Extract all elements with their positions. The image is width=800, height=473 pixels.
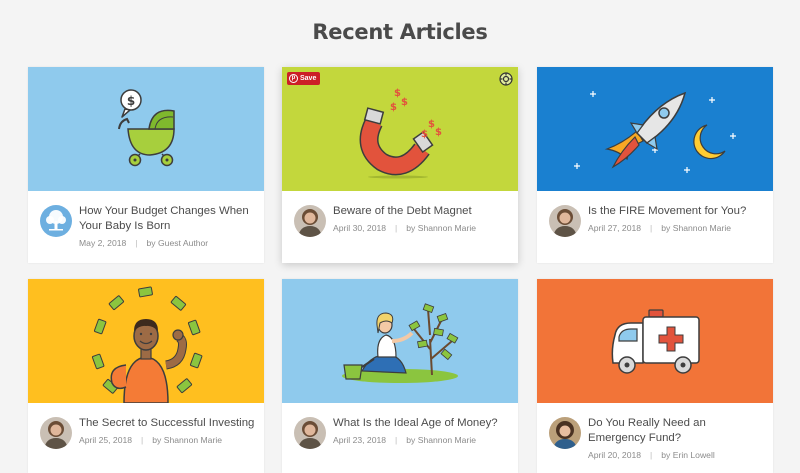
article-date: May 2, 2018: [79, 238, 127, 248]
article-date: April 30, 2018: [333, 223, 387, 233]
article-meta: Do You Really Need an Emergency Fund? Ap…: [537, 403, 773, 473]
article-card[interactable]: Do You Really Need an Emergency Fund? Ap…: [537, 279, 773, 473]
article-meta: Beware of the Debt Magnet April 30, 2018…: [282, 191, 518, 263]
author-avatar: [40, 417, 72, 449]
stroller-icon: $: [118, 89, 175, 167]
article-thumbnail[interactable]: [28, 279, 264, 403]
article-byline: April 25, 2018 | by Shannon Marie: [79, 435, 222, 445]
money-tree-icon: [342, 303, 459, 383]
svg-text:$: $: [401, 97, 408, 108]
svg-text:$: $: [428, 119, 435, 130]
magnet-icon: $ $ $ $ $ $: [359, 88, 442, 179]
article-author[interactable]: by Shannon Marie: [406, 435, 476, 445]
save-label: Save: [300, 75, 317, 82]
article-meta: How Your Budget Changes When Your Baby I…: [28, 191, 264, 263]
article-date: April 20, 2018: [588, 450, 642, 460]
pinterest-icon: p: [289, 74, 298, 83]
article-meta: Is the FIRE Movement for You? April 27, …: [537, 191, 773, 263]
article-date: April 25, 2018: [79, 435, 133, 445]
article-date: April 27, 2018: [588, 223, 642, 233]
visual-search-icon[interactable]: [499, 72, 513, 86]
byline-separator: |: [650, 450, 653, 460]
ambulance-icon: [611, 309, 700, 374]
svg-text:$: $: [421, 129, 428, 140]
byline-separator: |: [395, 435, 398, 445]
strong-man-icon: [91, 286, 203, 403]
pinterest-save-button[interactable]: p Save: [287, 72, 321, 85]
byline-separator: |: [395, 223, 398, 233]
article-card[interactable]: The Secret to Successful Investing April…: [28, 279, 264, 473]
tree-logo-avatar: [40, 205, 72, 237]
article-card[interactable]: $ $ $ $ $ $ p Save Beware of the Debt Ma…: [282, 67, 518, 263]
article-thumbnail[interactable]: [537, 67, 773, 191]
article-author[interactable]: by Shannon Marie: [661, 223, 731, 233]
article-byline: April 20, 2018 | by Erin Lowell: [588, 450, 715, 460]
article-title[interactable]: Beware of the Debt Magnet: [333, 204, 511, 219]
author-avatar: [294, 417, 326, 449]
author-avatar: [549, 417, 581, 449]
svg-text:$: $: [394, 88, 401, 99]
svg-text:$: $: [127, 94, 135, 108]
section-heading: Recent Articles: [312, 20, 488, 44]
article-thumbnail[interactable]: [282, 279, 518, 403]
article-byline: April 30, 2018 | by Shannon Marie: [333, 223, 476, 233]
article-author[interactable]: by Shannon Marie: [152, 435, 222, 445]
author-avatar: [294, 205, 326, 237]
article-meta: The Secret to Successful Investing April…: [28, 403, 264, 473]
article-title[interactable]: The Secret to Successful Investing: [79, 416, 257, 431]
svg-text:$: $: [390, 102, 397, 113]
article-title[interactable]: How Your Budget Changes When Your Baby I…: [79, 204, 257, 234]
article-byline: May 2, 2018 | by Guest Author: [79, 238, 208, 248]
article-byline: April 23, 2018 | by Shannon Marie: [333, 435, 476, 445]
article-thumbnail[interactable]: [537, 279, 773, 403]
article-title[interactable]: What Is the Ideal Age of Money?: [333, 416, 511, 431]
article-card[interactable]: Is the FIRE Movement for You? April 27, …: [537, 67, 773, 263]
article-meta: What Is the Ideal Age of Money? April 23…: [282, 403, 518, 473]
author-avatar: [549, 205, 581, 237]
rocket-icon: [574, 91, 736, 173]
article-author[interactable]: by Guest Author: [147, 238, 209, 248]
byline-separator: |: [650, 223, 653, 233]
article-card[interactable]: What Is the Ideal Age of Money? April 23…: [282, 279, 518, 473]
article-title[interactable]: Is the FIRE Movement for You?: [588, 204, 766, 219]
svg-text:$: $: [435, 127, 442, 138]
article-title[interactable]: Do You Really Need an Emergency Fund?: [588, 416, 766, 446]
byline-separator: |: [135, 238, 138, 248]
article-thumbnail[interactable]: $: [28, 67, 264, 191]
article-byline: April 27, 2018 | by Shannon Marie: [588, 223, 731, 233]
article-thumbnail[interactable]: $ $ $ $ $ $ p Save: [282, 67, 518, 191]
byline-separator: |: [141, 435, 144, 445]
article-author[interactable]: by Shannon Marie: [406, 223, 476, 233]
article-author[interactable]: by Erin Lowell: [661, 450, 715, 460]
article-card[interactable]: $ How Your Budget Changes When Your Baby…: [28, 67, 264, 263]
article-date: April 23, 2018: [333, 435, 387, 445]
